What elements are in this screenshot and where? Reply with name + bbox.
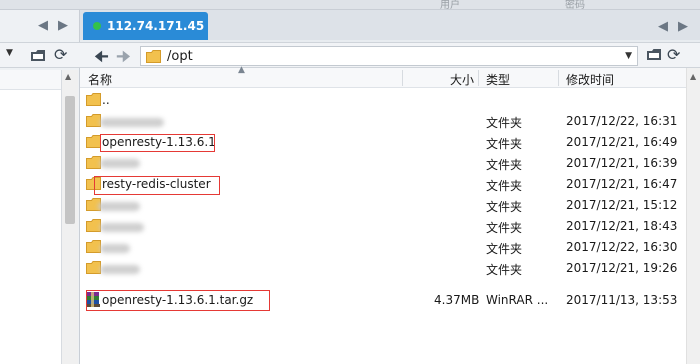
folder-icon: [86, 261, 101, 274]
file-mtime: 2017/12/21, 19:26: [566, 261, 678, 275]
path-dropdown-icon[interactable]: ▼: [625, 51, 632, 61]
tab-prev-icon[interactable]: ◀: [38, 19, 48, 33]
local-scroll-thumb[interactable]: [65, 96, 75, 224]
redacted-name: [100, 159, 140, 168]
path-text: /opt: [167, 49, 193, 64]
file-row[interactable]: resty-redis-cluster 文件夹 2017/12/21, 16:4…: [80, 174, 686, 195]
folder-icon: [146, 50, 161, 63]
file-type: 文件夹: [486, 242, 523, 256]
local-scroll-up-icon[interactable]: ▲: [65, 72, 71, 81]
file-mtime: 2017/12/21, 16:49: [566, 135, 678, 149]
session-tab-label: 112.74.171.45: [107, 19, 205, 33]
file-mtime: 2017/12/21, 16:39: [566, 156, 678, 170]
column-separator[interactable]: [558, 70, 559, 86]
folder-icon: [86, 156, 101, 169]
local-pane: ◀ ▶ ▼ ⟳ ▲: [0, 10, 80, 364]
file-type: 文件夹: [486, 137, 523, 151]
local-tab-row: ◀ ▶: [0, 10, 80, 40]
folder-icon: [86, 219, 101, 232]
new-folder-icon[interactable]: [646, 48, 662, 61]
file-row[interactable]: 文件夹 2017/12/21, 16:39: [80, 153, 686, 174]
redacted-name: [98, 202, 140, 211]
remote-toolbar: 🠈 🠊 /opt ▼ ⟳: [80, 42, 700, 68]
file-name: ..: [102, 93, 110, 107]
column-name[interactable]: 名称: [88, 71, 112, 88]
local-scrollbar[interactable]: ▲: [62, 70, 78, 364]
redacted-name: [100, 265, 140, 274]
remote-scrollbar[interactable]: ▲: [686, 68, 700, 364]
file-mtime: 2017/12/22, 16:31: [566, 114, 678, 128]
file-type: 文件夹: [486, 221, 523, 235]
session-tab[interactable]: 112.74.171.45: [83, 12, 208, 40]
tab-next-icon[interactable]: ▶: [58, 19, 68, 33]
session-tab-row: 112.74.171.45 ◀ ▶: [80, 10, 700, 40]
file-type: 文件夹: [486, 116, 523, 130]
local-list-header: [0, 70, 61, 90]
folder-icon: [86, 240, 101, 253]
connected-status-icon: [93, 22, 101, 30]
local-path-dropdown-icon[interactable]: ▼: [6, 48, 13, 58]
file-mtime: 2017/12/22, 16:30: [566, 240, 678, 254]
refresh-icon[interactable]: ⟳: [667, 45, 680, 64]
file-row[interactable]: 文件夹 2017/12/22, 16:30: [80, 237, 686, 258]
previous-row-strip: 用户 密码: [0, 0, 700, 11]
annotation-box: [100, 134, 215, 152]
file-mtime: 2017/11/13, 13:53: [566, 293, 678, 307]
redacted-name: [100, 118, 164, 127]
column-separator[interactable]: [478, 70, 479, 86]
file-row[interactable]: openresty-1.13.6.1.tar.gz 4.37MB WinRAR …: [80, 290, 686, 311]
file-row[interactable]: 文件夹 2017/12/21, 18:43: [80, 216, 686, 237]
file-mtime: 2017/12/21, 18:43: [566, 219, 678, 233]
file-mtime: 2017/12/21, 16:47: [566, 177, 678, 191]
local-toolbar: ▼ ⟳: [0, 42, 80, 68]
file-type: 文件夹: [486, 263, 523, 277]
file-type: 文件夹: [486, 158, 523, 172]
folder-icon: [86, 93, 101, 106]
annotation-box: [86, 290, 270, 311]
file-type: 文件夹: [486, 179, 523, 193]
file-row[interactable]: ..: [80, 90, 686, 111]
file-type: 文件夹: [486, 200, 523, 214]
local-new-folder-icon[interactable]: [30, 49, 46, 62]
column-mtime[interactable]: 修改时间: [566, 71, 614, 88]
file-mtime: 2017/12/21, 15:12: [566, 198, 678, 212]
redacted-name: [100, 244, 130, 253]
file-row[interactable]: openresty-1.13.6.1 文件夹 2017/12/21, 16:49: [80, 132, 686, 153]
annotation-box: [94, 176, 220, 195]
remote-file-list[interactable]: ▲ 名称 大小 类型 修改时间 .. 文件夹 2017/12/22, 16:31: [80, 65, 686, 364]
file-type: WinRAR ...: [486, 293, 549, 307]
folder-icon: [86, 114, 101, 127]
local-file-list[interactable]: [0, 70, 62, 364]
column-type[interactable]: 类型: [486, 71, 510, 88]
column-separator[interactable]: [402, 70, 403, 86]
folder-icon: [86, 135, 101, 148]
column-size[interactable]: 大小: [450, 71, 474, 88]
redacted-name: [100, 223, 144, 232]
local-refresh-icon[interactable]: ⟳: [54, 45, 67, 64]
tab-prev-icon[interactable]: ◀: [658, 19, 668, 34]
file-size: 4.37MB: [434, 293, 480, 307]
column-header: ▲ 名称 大小 类型 修改时间: [80, 65, 686, 88]
file-row[interactable]: 文件夹 2017/12/21, 19:26: [80, 258, 686, 279]
file-row[interactable]: 文件夹 2017/12/21, 15:12: [80, 195, 686, 216]
remote-scroll-up-icon[interactable]: ▲: [690, 72, 696, 81]
file-row[interactable]: 文件夹 2017/12/22, 16:31: [80, 111, 686, 132]
remote-pane: 112.74.171.45 ◀ ▶ 🠈 🠊 /opt ▼ ⟳ ▲ 名称 大小 类…: [80, 10, 700, 364]
tab-next-icon[interactable]: ▶: [678, 19, 688, 34]
path-input[interactable]: /opt ▼: [140, 46, 638, 66]
sort-ascending-icon: ▲: [238, 65, 245, 75]
